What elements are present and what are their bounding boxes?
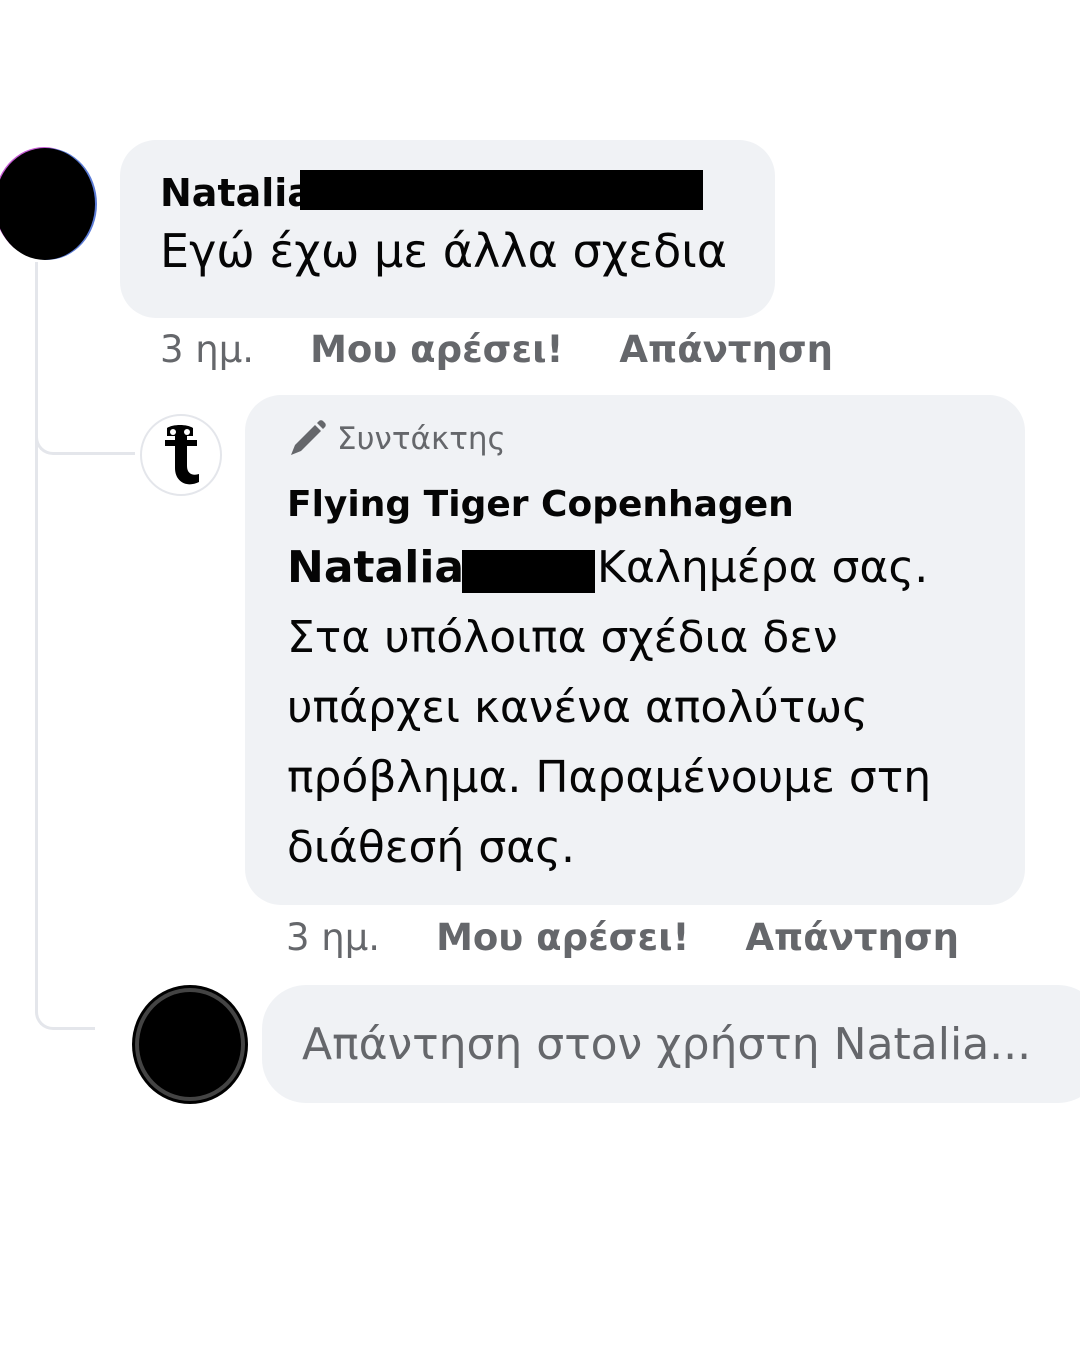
comment-time[interactable]: 3 ημ. xyxy=(160,328,254,371)
reply-text: Natalia Καλημέρα σας. Στα υπόλοιπα σχέδια… xyxy=(287,533,983,883)
comment-actions: 3 ημ. Μου αρέσει! Απάντηση xyxy=(160,328,889,371)
reply-bubble: Συντάκτης Flying Tiger Copenhagen Natali… xyxy=(245,395,1025,905)
brand-avatar[interactable] xyxy=(140,414,222,496)
pencil-icon xyxy=(291,420,326,455)
current-user-avatar[interactable] xyxy=(135,988,245,1101)
reply-input-placeholder: Απάντηση στον χρήστη Natalia... xyxy=(302,1018,1032,1070)
reply-input[interactable]: Απάντηση στον χρήστη Natalia... xyxy=(262,985,1080,1103)
reply-button[interactable]: Απάντηση xyxy=(619,328,833,371)
reply-text-line: διάθεσή σας. xyxy=(287,822,575,873)
reply-author[interactable]: Flying Tiger Copenhagen xyxy=(287,483,983,527)
reply-text-line: υπάρχει κανένα απολύτως xyxy=(287,682,868,733)
reply-time[interactable]: 3 ημ. xyxy=(286,916,380,959)
comment-text: Εγώ έχω με άλλα σχεδια xyxy=(160,224,728,278)
thread-branch-connector xyxy=(35,262,135,455)
avatar[interactable] xyxy=(0,148,95,260)
reply-button[interactable]: Απάντηση xyxy=(745,916,959,959)
reply-text-line: Στα υπόλοιπα σχέδια δεν xyxy=(287,612,838,663)
redaction-bar xyxy=(300,170,703,210)
editor-badge: Συντάκτης xyxy=(287,419,983,459)
like-button[interactable]: Μου αρέσει! xyxy=(436,916,689,959)
reply-text-line: πρόβλημα. Παραμένουμε στη xyxy=(287,752,932,803)
comment-bubble: Natalia Εγώ έχω με άλλα σχεδια xyxy=(120,140,775,318)
redaction-bar xyxy=(462,550,595,593)
reply-text-line: Καλημέρα σας. xyxy=(597,542,929,593)
like-button[interactable]: Μου αρέσει! xyxy=(310,328,563,371)
flying-tiger-logo xyxy=(165,425,199,485)
reply-actions: 3 ημ. Μου αρέσει! Απάντηση xyxy=(286,916,1015,959)
editor-badge-label: Συντάκτης xyxy=(337,421,506,457)
